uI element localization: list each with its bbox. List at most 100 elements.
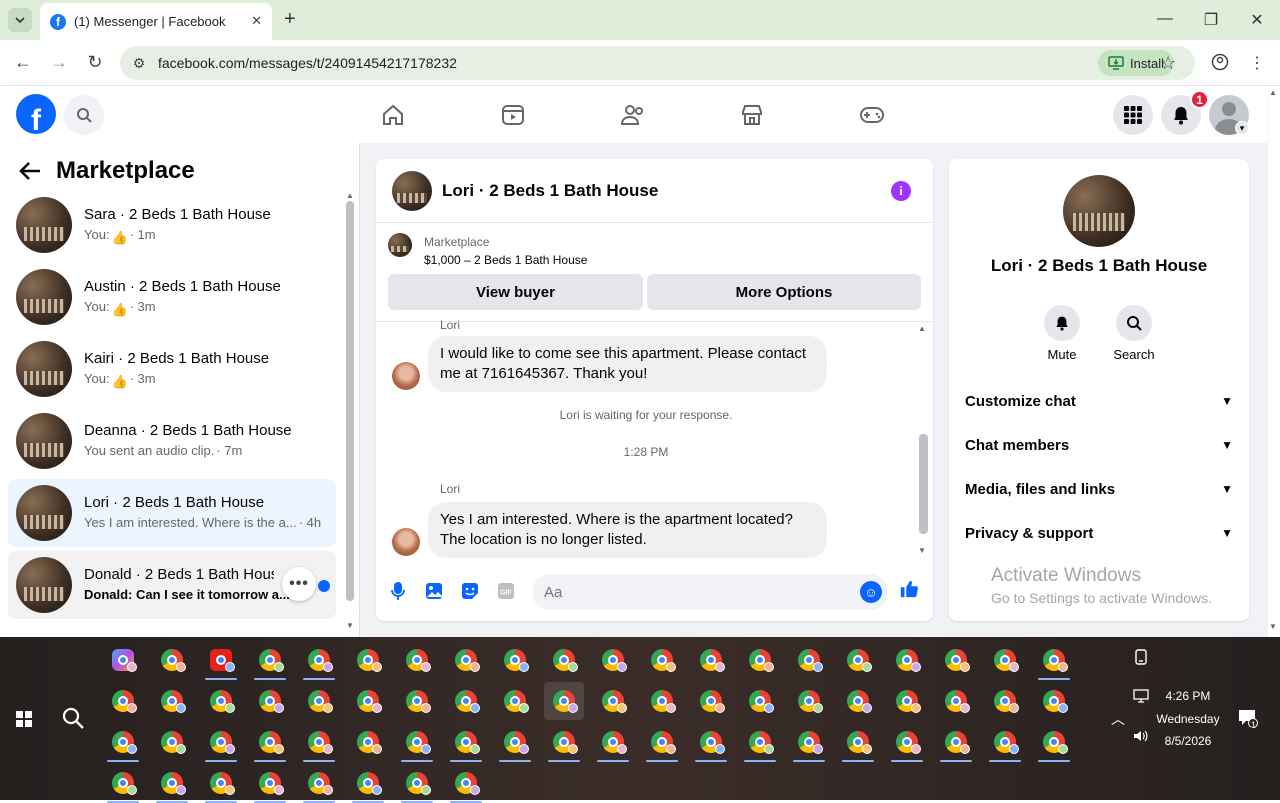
friends-nav-icon[interactable] bbox=[618, 100, 648, 130]
chrome-taskbar-icon[interactable] bbox=[250, 723, 290, 762]
chrome-taskbar-icon[interactable] bbox=[446, 764, 486, 803]
video-nav-icon[interactable] bbox=[498, 100, 528, 130]
chrome-taskbar-icon[interactable] bbox=[348, 641, 388, 679]
sender-avatar[interactable] bbox=[392, 528, 420, 556]
clock-date[interactable]: 8/5/2026 bbox=[1150, 734, 1226, 748]
chrome-taskbar-icon[interactable] bbox=[887, 723, 927, 762]
chrome-taskbar-icon[interactable] bbox=[838, 723, 878, 762]
chrome-taskbar-icon[interactable] bbox=[936, 682, 976, 720]
chrome-taskbar-icon[interactable] bbox=[985, 723, 1025, 762]
chrome-taskbar-icon[interactable] bbox=[544, 723, 584, 762]
chrome-taskbar-icon[interactable] bbox=[446, 682, 486, 720]
sender-avatar[interactable] bbox=[392, 362, 420, 390]
chrome-taskbar-icon[interactable] bbox=[250, 764, 290, 803]
chrome-taskbar-icon[interactable] bbox=[201, 764, 241, 803]
chrome-taskbar-icon[interactable] bbox=[544, 641, 584, 679]
taskbar-search-icon[interactable] bbox=[60, 705, 86, 731]
facebook-search-button[interactable] bbox=[64, 95, 104, 135]
chrome-taskbar-icon[interactable] bbox=[887, 641, 927, 679]
address-bar[interactable]: ⚙ facebook.com/messages/t/24091454217178… bbox=[120, 46, 1195, 80]
chrome-taskbar-icon[interactable] bbox=[593, 641, 633, 679]
chrome-taskbar-icon[interactable] bbox=[642, 723, 682, 762]
chat-title[interactable]: Lori · 2 Beds 1 Bath House bbox=[442, 181, 658, 201]
conversation-item[interactable]: Donald · 2 Beds 1 Bath House Donald: Can… bbox=[8, 551, 336, 619]
chrome-taskbar-icon[interactable] bbox=[348, 723, 388, 761]
chrome-taskbar-icon[interactable] bbox=[495, 641, 535, 679]
scroll-up-arrow[interactable]: ▲ bbox=[346, 191, 354, 200]
clock-day[interactable]: Wednesday bbox=[1150, 712, 1226, 726]
chrome-taskbar-icon[interactable] bbox=[299, 682, 339, 720]
show-hidden-icons-chevron-icon[interactable]: ︿ bbox=[1111, 709, 1125, 729]
chrome-taskbar-icon[interactable] bbox=[201, 682, 241, 720]
listing-title[interactable]: $1,000 – 2 Beds 1 Bath House bbox=[424, 251, 587, 269]
site-settings-icon[interactable]: ⚙ bbox=[120, 55, 158, 72]
mute-action[interactable]: Mute bbox=[1032, 305, 1092, 362]
chrome-taskbar-icon[interactable] bbox=[152, 764, 192, 803]
chrome-taskbar-icon[interactable] bbox=[446, 641, 486, 679]
network-icon[interactable] bbox=[1133, 689, 1149, 706]
chrome-taskbar-icon[interactable] bbox=[544, 682, 584, 720]
chevron-down-icon[interactable]: ▾ bbox=[1235, 121, 1249, 135]
chrome-taskbar-icon[interactable] bbox=[201, 723, 241, 762]
chat-members-row[interactable]: Chat members ▼ bbox=[965, 423, 1233, 467]
chrome-taskbar-icon[interactable] bbox=[348, 682, 388, 720]
chrome-taskbar-icon[interactable] bbox=[740, 641, 780, 679]
conversation-item-active[interactable]: Lori · 2 Beds 1 Bath House Yes I am inte… bbox=[8, 479, 336, 547]
chrome-taskbar-icon[interactable] bbox=[936, 641, 976, 679]
chrome-taskbar-icon[interactable] bbox=[495, 723, 535, 762]
page-scroll-down-arrow[interactable]: ▼ bbox=[1269, 622, 1277, 631]
copilot-taskbar-icon[interactable] bbox=[103, 641, 143, 679]
thumbs-up-send-icon[interactable] bbox=[899, 579, 919, 599]
scroll-down-arrow[interactable]: ▼ bbox=[918, 546, 926, 555]
conversation-item[interactable]: Austin · 2 Beds 1 Bath House You: 👍 · 3m bbox=[8, 263, 336, 331]
chrome-taskbar-icon[interactable] bbox=[789, 723, 829, 762]
sticker-icon[interactable] bbox=[460, 581, 480, 601]
chrome-taskbar-icon[interactable] bbox=[103, 723, 143, 762]
conversation-item[interactable]: Sara · 2 Beds 1 Bath House You: 👍 · 1m bbox=[8, 191, 336, 259]
chrome-taskbar-icon[interactable] bbox=[299, 764, 339, 803]
chrome-taskbar-icon[interactable] bbox=[446, 723, 486, 762]
chrome-taskbar-icon[interactable] bbox=[985, 682, 1025, 720]
gif-icon[interactable]: GIF bbox=[496, 581, 516, 601]
clock-time[interactable]: 4:26 PM bbox=[1150, 689, 1226, 703]
privacy-support-row[interactable]: Privacy & support ▼ bbox=[965, 511, 1233, 555]
chrome-taskbar-icon[interactable] bbox=[1034, 641, 1074, 680]
search-action[interactable]: Search bbox=[1104, 305, 1164, 362]
chrome-taskbar-icon[interactable] bbox=[152, 682, 192, 720]
minimize-icon[interactable]: — bbox=[1155, 10, 1175, 28]
chrome-taskbar-icon[interactable] bbox=[397, 682, 437, 720]
browser-tab-messenger[interactable]: f (1) Messenger | Facebook ✕ bbox=[40, 3, 272, 40]
youtube-taskbar-icon[interactable] bbox=[201, 641, 241, 680]
back-arrow-icon[interactable] bbox=[18, 161, 42, 181]
chrome-taskbar-icon[interactable] bbox=[152, 723, 192, 761]
volume-icon[interactable] bbox=[1133, 729, 1149, 746]
marketplace-nav-icon[interactable] bbox=[737, 100, 767, 130]
sidebar-scrollbar[interactable] bbox=[346, 201, 354, 601]
notifications-button[interactable]: 1 bbox=[1161, 90, 1209, 135]
profile-icon[interactable] bbox=[1210, 53, 1230, 76]
chrome-taskbar-icon[interactable] bbox=[936, 723, 976, 762]
chrome-taskbar-icon[interactable] bbox=[838, 682, 878, 720]
message-input[interactable] bbox=[532, 574, 888, 610]
microphone-icon[interactable] bbox=[388, 581, 408, 601]
conversation-options-button[interactable]: ••• bbox=[282, 567, 316, 601]
forward-icon[interactable]: → bbox=[48, 52, 70, 73]
tab-search-button[interactable] bbox=[8, 8, 32, 32]
chrome-taskbar-icon[interactable] bbox=[691, 641, 731, 679]
chat-profile-image[interactable] bbox=[1063, 175, 1135, 247]
task-view-icon[interactable] bbox=[1134, 649, 1148, 668]
home-nav-icon[interactable] bbox=[378, 100, 408, 130]
conversation-item[interactable]: Kairi · 2 Beds 1 Bath House You: 👍 · 3m bbox=[8, 335, 336, 403]
bookmark-star-icon[interactable]: ☆ bbox=[1160, 53, 1180, 74]
chrome-taskbar-icon[interactable] bbox=[250, 682, 290, 720]
media-files-links-row[interactable]: Media, files and links ▼ bbox=[965, 467, 1233, 511]
gaming-nav-icon[interactable] bbox=[857, 100, 887, 130]
new-tab-button[interactable]: + bbox=[284, 9, 296, 29]
customize-chat-row[interactable]: Customize chat ▼ bbox=[965, 379, 1233, 423]
info-icon[interactable]: i bbox=[891, 181, 911, 201]
chrome-taskbar-icon[interactable] bbox=[397, 764, 437, 803]
thread-scrollbar[interactable] bbox=[919, 434, 928, 534]
photo-icon[interactable] bbox=[424, 581, 444, 601]
chrome-taskbar-icon[interactable] bbox=[348, 764, 388, 803]
chrome-taskbar-icon[interactable] bbox=[593, 723, 633, 762]
